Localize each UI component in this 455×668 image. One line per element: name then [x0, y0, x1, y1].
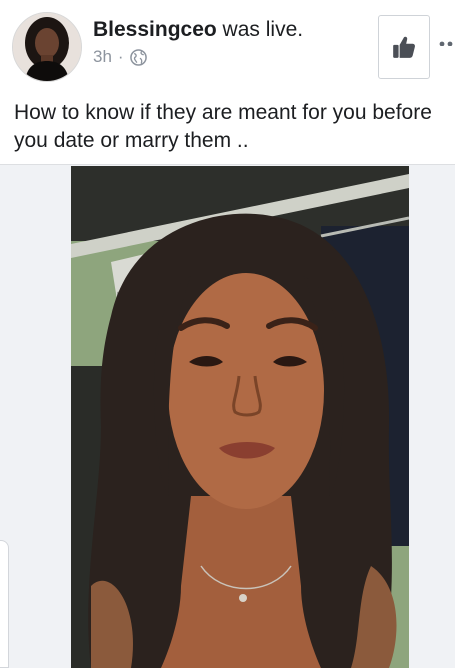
post-meta: 3h ·: [93, 46, 147, 68]
globe-icon[interactable]: [129, 48, 147, 66]
like-page-button[interactable]: [378, 15, 430, 79]
author-name[interactable]: Blessingceo: [93, 18, 217, 41]
meta-separator: ·: [117, 47, 124, 66]
post-caption: How to know if they are meant for you be…: [14, 101, 432, 152]
post-action-text: was live.: [216, 18, 304, 41]
edge-handle: [0, 540, 9, 668]
post-title: Blessingceo was live.: [93, 17, 303, 43]
thumbs-up-icon: [393, 36, 415, 58]
live-video-player[interactable]: [71, 166, 409, 668]
post-header: Blessingceo was live. 3h ·: [0, 0, 455, 90]
avatar-image: [13, 13, 81, 81]
more-options-icon[interactable]: [438, 36, 455, 46]
author-avatar[interactable]: [12, 12, 82, 82]
post-timestamp[interactable]: 3h: [93, 46, 112, 68]
facebook-post: Blessingceo was live. 3h · How to know i…: [0, 0, 455, 668]
video-frame: [71, 166, 409, 668]
